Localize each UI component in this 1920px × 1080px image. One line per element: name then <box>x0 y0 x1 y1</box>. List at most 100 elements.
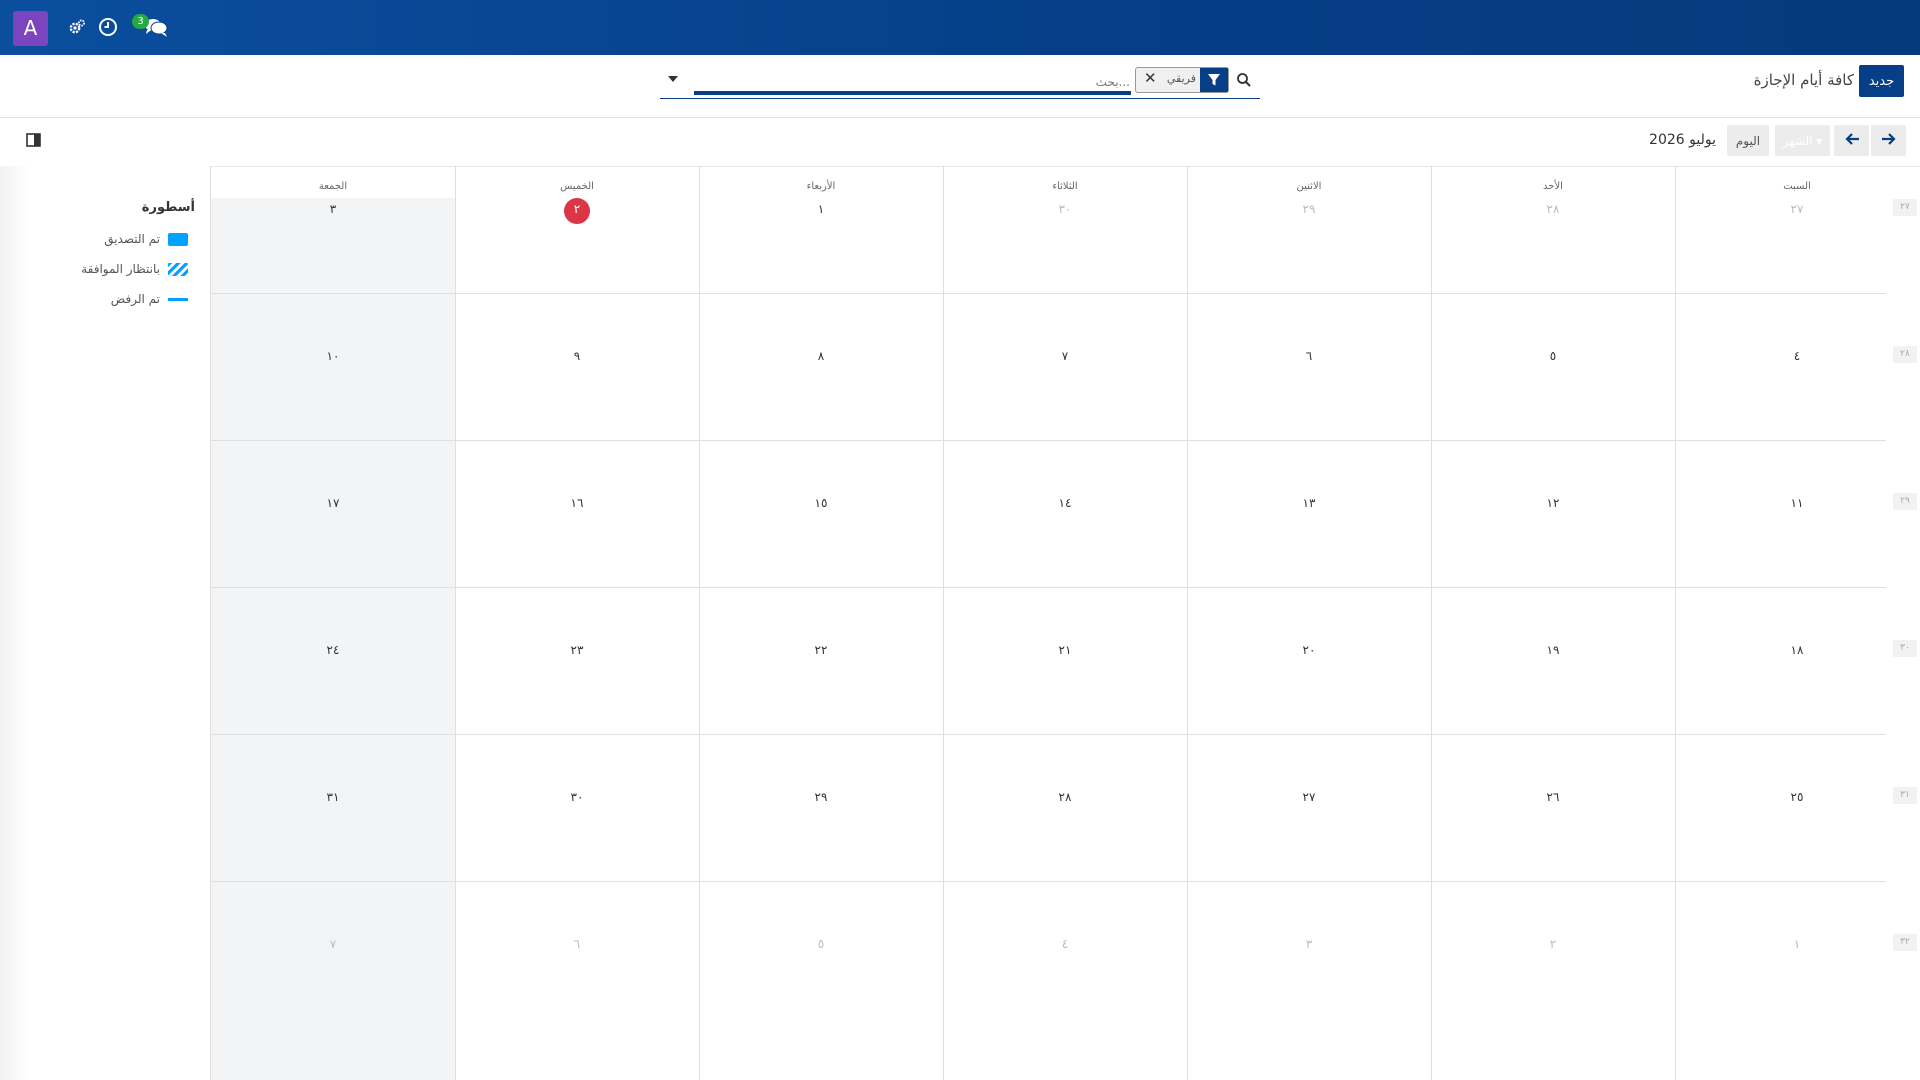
calendar-period-label: يوليو 2026 <box>1649 132 1716 148</box>
legend-swatch-line <box>168 298 188 301</box>
arrow-right-icon <box>1881 133 1896 145</box>
day-header: الاثنين <box>1296 181 1322 192</box>
week-number: ٢٩ <box>1893 493 1917 510</box>
grid-column-line <box>455 166 456 1080</box>
calendar-day-0-6[interactable]: ٣ <box>303 202 363 216</box>
week-number: ٣٢ <box>1893 934 1917 951</box>
caret-down-icon: ▾ <box>1816 133 1823 148</box>
calendar-day-5-1[interactable]: ٢ <box>1523 937 1583 951</box>
grid-row-line <box>210 734 1886 735</box>
calendar-day-5-2[interactable]: ٣ <box>1279 937 1339 951</box>
calendar-day-2-2[interactable]: ١٣ <box>1279 496 1339 510</box>
calendar-day-4-5[interactable]: ٣٠ <box>547 790 607 804</box>
day-header: الأحد <box>1543 181 1563 192</box>
calendar-day-0-5[interactable]: ٢ <box>547 202 607 216</box>
calendar-day-1-3[interactable]: ٧ <box>1035 349 1095 363</box>
facet-remove-icon[interactable]: ✕ <box>1144 69 1158 87</box>
grid-column-line <box>943 166 944 1080</box>
caret-down-icon[interactable] <box>666 74 680 84</box>
calendar-day-0-0[interactable]: ٢٧ <box>1767 202 1827 216</box>
calendar-day-3-3[interactable]: ٢١ <box>1035 643 1095 657</box>
grid-column-line <box>699 166 700 1080</box>
filter-icon <box>1208 74 1220 86</box>
calendar-day-4-3[interactable]: ٢٨ <box>1035 790 1095 804</box>
calendar-day-0-3[interactable]: ٣٠ <box>1035 202 1095 216</box>
search-input-focus-line <box>694 91 1131 95</box>
calendar-day-2-1[interactable]: ١٢ <box>1523 496 1583 510</box>
scale-label: الشهر <box>1782 133 1813 148</box>
calendar-day-3-5[interactable]: ٢٣ <box>547 643 607 657</box>
notification-badge: 3 <box>132 14 149 29</box>
calendar-day-3-0[interactable]: ١٨ <box>1767 643 1827 657</box>
week-number: ٣٠ <box>1893 640 1917 657</box>
calendar-day-2-6[interactable]: ١٧ <box>303 496 363 510</box>
calendar-day-1-2[interactable]: ٦ <box>1279 349 1339 363</box>
calendar-day-1-6[interactable]: ١٠ <box>303 349 363 363</box>
clock-icon[interactable] <box>98 17 118 37</box>
calendar-day-5-6[interactable]: ٧ <box>303 937 363 951</box>
legend-swatch-solid <box>168 233 188 246</box>
legend-item-pending: بانتظار الموافقة <box>81 262 160 276</box>
calendar-day-1-0[interactable]: ٤ <box>1767 349 1827 363</box>
calendar-day-5-3[interactable]: ٤ <box>1035 937 1095 951</box>
calendar-day-5-4[interactable]: ٥ <box>791 937 851 951</box>
calendar-day-3-2[interactable]: ٢٠ <box>1279 643 1339 657</box>
week-number: ٢٧ <box>1893 199 1917 216</box>
previous-button[interactable] <box>1834 125 1869 156</box>
calendar-day-1-4[interactable]: ٨ <box>791 349 851 363</box>
today-button[interactable]: اليوم <box>1727 125 1769 156</box>
calendar-day-4-0[interactable]: ٢٥ <box>1767 790 1827 804</box>
grid-row-line <box>210 587 1886 588</box>
calendar-day-0-2[interactable]: ٢٩ <box>1279 202 1339 216</box>
calendar-day-4-1[interactable]: ٢٦ <box>1523 790 1583 804</box>
calendar-day-2-5[interactable]: ١٦ <box>547 496 607 510</box>
legend-item-refused: تم الرفض <box>110 292 160 306</box>
calendar-day-5-0[interactable]: ١ <box>1767 937 1827 951</box>
grid-row-line <box>210 293 1886 294</box>
grid-row-line <box>210 881 1886 882</box>
calendar-day-0-1[interactable]: ٢٨ <box>1523 202 1583 216</box>
search-bar-border <box>660 98 1260 99</box>
week-number: ٣١ <box>1893 787 1917 804</box>
calendar-day-1-5[interactable]: ٩ <box>547 349 607 363</box>
search-facet: فريقي ✕ <box>1135 67 1229 93</box>
calendar-day-2-0[interactable]: ١١ <box>1767 496 1827 510</box>
calendar-day-3-1[interactable]: ١٩ <box>1523 643 1583 657</box>
new-button[interactable]: جديد <box>1859 65 1904 97</box>
avatar[interactable]: A <box>13 11 48 46</box>
legend-item-confirmed: تم التصديق <box>104 232 160 246</box>
arrow-left-icon <box>1844 133 1859 145</box>
calendar-day-3-4[interactable]: ٢٢ <box>791 643 851 657</box>
sidebar-toggle-icon[interactable] <box>26 133 41 147</box>
grid-row-line <box>210 440 1886 441</box>
week-number: ٢٨ <box>1893 346 1917 363</box>
calendar-day-4-2[interactable]: ٢٧ <box>1279 790 1339 804</box>
day-header: الخميس <box>560 181 594 192</box>
search-icon[interactable] <box>1236 72 1252 88</box>
calendar-day-4-6[interactable]: ٣١ <box>303 790 363 804</box>
calendar-top-border <box>210 166 1920 167</box>
calendar-day-5-5[interactable]: ٦ <box>547 937 607 951</box>
top-navbar <box>0 0 1920 55</box>
facet-label: فريقي <box>1166 72 1196 85</box>
legend-swatch-striped <box>168 263 188 276</box>
next-button[interactable] <box>1871 125 1906 156</box>
calendar-day-0-4[interactable]: ١ <box>791 202 851 216</box>
day-header: السبت <box>1783 181 1811 192</box>
page-title: كافة أيام الإجازة <box>1753 71 1854 89</box>
calendar-day-4-4[interactable]: ٢٩ <box>791 790 851 804</box>
grid-column-line <box>210 166 211 1080</box>
gear-icon[interactable] <box>68 18 86 36</box>
day-header: الأربعاء <box>806 181 836 192</box>
calendar-day-2-3[interactable]: ١٤ <box>1035 496 1095 510</box>
calendar-day-3-6[interactable]: ٢٤ <box>303 643 363 657</box>
facet-icon-box <box>1200 68 1228 92</box>
calendar-day-2-4[interactable]: ١٥ <box>791 496 851 510</box>
grid-column-line <box>1187 166 1188 1080</box>
calendar-day-1-1[interactable]: ٥ <box>1523 349 1583 363</box>
day-header: الجمعة <box>318 181 348 192</box>
legend-title: أسطورة <box>141 200 195 215</box>
grid-column-line <box>1675 166 1676 1080</box>
grid-column-line <box>1431 166 1432 1080</box>
scale-dropdown-button[interactable]: الشهر ▾ <box>1775 125 1830 156</box>
